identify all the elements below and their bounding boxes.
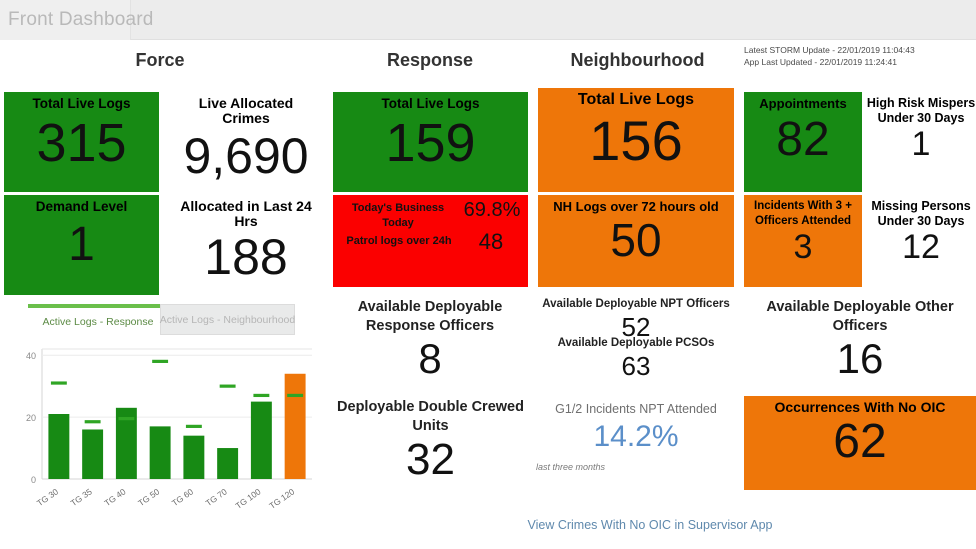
tile-label: Total Live Logs	[577, 91, 695, 108]
svg-text:TG 70: TG 70	[204, 486, 229, 508]
business-today-value: 69.8%	[463, 199, 521, 221]
svg-text:TG 35: TG 35	[69, 486, 94, 508]
block-double-crewed-units[interactable]: Deployable Double Crewed Units 32	[328, 398, 533, 484]
patrol-logs-value: 48	[478, 229, 504, 254]
block-subtext: last three months	[536, 462, 606, 472]
tile-label: Total Live Logs	[32, 96, 131, 111]
tab-active-logs-response[interactable]: Active Logs - Response	[28, 304, 168, 335]
column-heading-force: Force	[135, 50, 185, 70]
tile-label-line2: Hrs	[234, 213, 258, 229]
block-label-line2: Officers	[832, 318, 888, 334]
tile-value: 159	[385, 113, 476, 173]
tile-value: 62	[833, 415, 887, 468]
tile-label: Total Live Logs	[381, 96, 480, 111]
block-value: 63	[621, 351, 651, 381]
tile-value: 1	[68, 218, 95, 271]
svg-text:TG 50: TG 50	[136, 486, 161, 508]
view-crimes-no-oic-link[interactable]: View Crimes With No OIC in Supervisor Ap…	[440, 518, 860, 532]
business-today-label-line2: Today	[382, 217, 414, 229]
tile-label-line2: Under 30 Days	[877, 111, 965, 125]
block-label-line2: Response Officers	[365, 318, 495, 334]
tile-force-total-live-logs[interactable]: Total Live Logs 315	[4, 92, 159, 192]
block-available-response-officers[interactable]: Available Deployable Response Officers 8	[330, 298, 530, 382]
storm-update-timestamp: Latest STORM Update - 22/01/2019 11:04:4…	[744, 45, 915, 55]
tile-occurrences-with-no-oic[interactable]: Occurrences With No OIC 62	[744, 396, 976, 490]
window-titlebar: Front Dashboard	[0, 0, 976, 40]
block-label-line1: Available Deployable Other	[766, 299, 954, 315]
block-label: G1/2 Incidents NPT Attended	[555, 402, 717, 416]
tile-value: 315	[36, 113, 127, 173]
block-pcsos[interactable]: Available Deployable PCSOs 63	[536, 336, 736, 381]
tile-incidents-with-3-plus-officers[interactable]: Incidents With 3 + Officers Attended 3	[744, 195, 862, 287]
update-timestamps: Latest STORM Update - 22/01/2019 11:04:4…	[744, 44, 974, 68]
tile-value: 9,690	[183, 128, 309, 184]
block-value: 16	[836, 335, 884, 382]
tile-label-line2: Crimes	[222, 110, 270, 126]
patrol-logs-label: Patrol logs over 24h	[346, 235, 452, 247]
tile-label: Appointments	[759, 96, 847, 111]
block-value: 14.2%	[593, 420, 679, 453]
block-label-line1: Available Deployable	[357, 299, 503, 315]
block-other-officers[interactable]: Available Deployable Other Officers 16	[744, 298, 976, 382]
block-label: Available Deployable NPT Officers	[542, 298, 730, 310]
svg-text:20: 20	[26, 413, 36, 423]
tile-missing-persons[interactable]: Missing Persons Under 30 Days 12	[866, 195, 976, 287]
tile-value: 188	[204, 229, 288, 285]
tile-label: Demand Level	[35, 199, 128, 214]
tile-demand-level[interactable]: Demand Level 1	[4, 195, 159, 295]
block-value: 8	[418, 335, 442, 382]
tab-label: Active Logs - Neighbourhood	[159, 313, 296, 326]
chart-tabbar: Active Logs - Response Active Logs - Nei…	[0, 300, 320, 335]
tile-label-line1: Live Allocated	[198, 95, 294, 111]
tile-value: 82	[776, 113, 830, 166]
tile-allocated-last-24hrs[interactable]: Allocated in Last 24 Hrs 188	[166, 195, 326, 295]
column-heading-neighbourhood: Neighbourhood	[570, 50, 705, 70]
business-today-label-line1: Today's Business	[351, 202, 445, 214]
tile-high-risk-mispers[interactable]: High Risk Mispers Under 30 Days 1	[866, 92, 976, 192]
page-title: Front Dashboard	[8, 9, 154, 30]
column-heading-response: Response	[386, 50, 474, 70]
tile-label-line1: Missing Persons	[871, 199, 971, 213]
tile-label: Occurrences With No OIC	[774, 399, 946, 415]
tile-nbhd-total-live-logs[interactable]: Total Live Logs 156	[538, 88, 734, 192]
tile-value: 50	[610, 214, 662, 266]
tile-todays-business[interactable]: Today's Business Today 69.8% Patrol logs…	[333, 195, 528, 287]
svg-text:TG 100: TG 100	[234, 486, 263, 511]
block-label-line1: Deployable Double Crewed	[337, 399, 524, 415]
tile-label-line1: High Risk Mispers	[866, 96, 976, 110]
active-logs-bar-chart[interactable]: 0 20 40 TG 30 TG 35 TG 40 TG 50 TG 60 TG 70 TG 10…	[0, 335, 320, 535]
chart-svg: 0 20 40 TG 30 TG 35 TG 40 TG 50 TG 60 TG 70 TG 10…	[26, 348, 312, 511]
tile-label: NH Logs over 72 hours old	[553, 199, 719, 214]
tab-label: Active Logs - Response	[42, 315, 154, 328]
tab-active-logs-neighbourhood[interactable]: Active Logs - Neighbourhood	[160, 304, 295, 335]
block-label-line2: Units	[412, 418, 449, 434]
tile-label-line1: Incidents With 3 +	[754, 200, 852, 212]
block-value: 32	[406, 435, 455, 484]
svg-text:0: 0	[31, 475, 36, 485]
tile-response-total-live-logs[interactable]: Total Live Logs 159	[333, 92, 528, 192]
tile-value: 1	[911, 125, 931, 163]
block-label: Available Deployable PCSOs	[557, 337, 715, 349]
tile-appointments[interactable]: Appointments 82	[744, 92, 862, 192]
svg-text:40: 40	[26, 351, 36, 361]
svg-text:TG 40: TG 40	[102, 486, 127, 508]
tile-label-line2: Officers Attended	[754, 215, 852, 227]
tile-value: 3	[793, 228, 813, 266]
tile-label-line2: Under 30 Days	[877, 214, 965, 228]
svg-text:TG 120: TG 120	[267, 486, 296, 511]
tile-nh-logs-over-72-hours[interactable]: NH Logs over 72 hours old 50	[538, 195, 734, 287]
tile-live-allocated-crimes[interactable]: Live Allocated Crimes 9,690	[166, 92, 326, 192]
tile-label-line1: Allocated in Last 24	[180, 198, 312, 214]
dashboard-root: Front Dashboard Force Response Neighbour…	[0, 0, 976, 549]
app-update-timestamp: App Last Updated - 22/01/2019 11:24:41	[744, 57, 897, 67]
block-g12-incidents-npt-attended[interactable]: G1/2 Incidents NPT Attended 14.2% last t…	[536, 402, 736, 472]
svg-text:TG 30: TG 30	[35, 486, 60, 508]
tile-value: 12	[902, 228, 940, 266]
svg-text:TG 60: TG 60	[170, 486, 195, 508]
tile-value: 156	[589, 109, 683, 172]
